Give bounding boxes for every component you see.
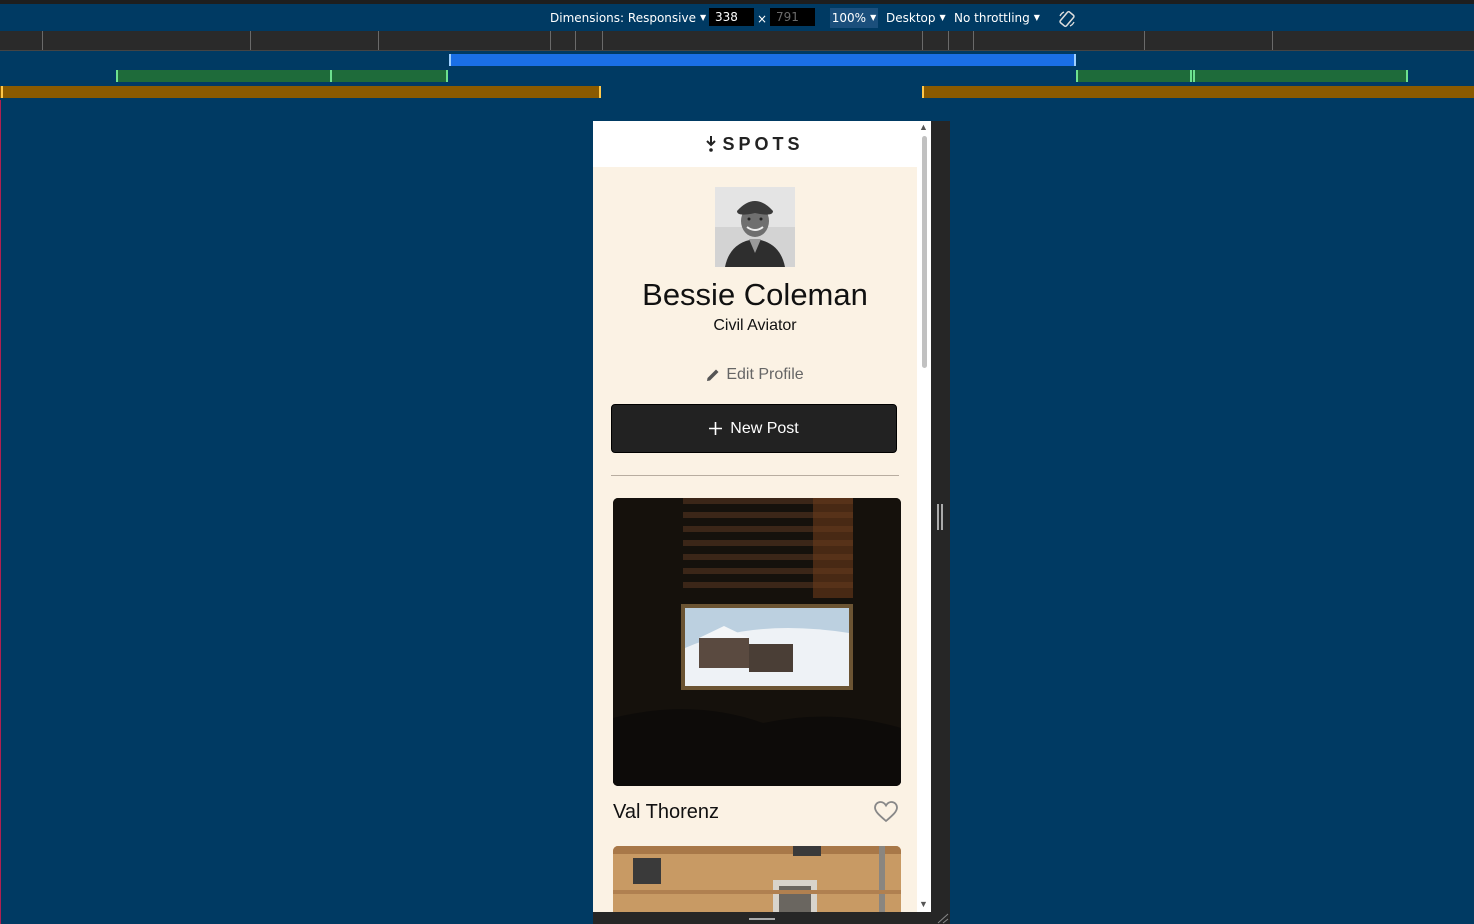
throttling-dropdown[interactable]: No throttling ▼ <box>954 11 1040 25</box>
dimensions-label: Dimensions: Responsive <box>550 11 696 25</box>
max-width-query-bar[interactable] <box>449 54 1076 66</box>
scroll-up-icon[interactable]: ▲ <box>919 122 928 132</box>
scrollbar[interactable]: ▲ ▼ <box>917 121 931 912</box>
resize-grip-icon <box>937 504 939 530</box>
ruler-tick <box>973 31 974 50</box>
rotate-icon[interactable] <box>1058 10 1076 28</box>
pencil-icon <box>707 369 719 381</box>
profile-description: Civil Aviator <box>713 317 797 334</box>
query-marker <box>922 86 924 98</box>
device-type-label: Desktop <box>886 11 936 25</box>
device-toolbar: Dimensions: Responsive ▼ 338 × 791 100% … <box>0 4 1474 31</box>
site-header: SPOTS <box>593 121 917 167</box>
query-marker <box>1190 70 1192 82</box>
resize-handle-bottom[interactable] <box>593 912 931 924</box>
viewport-edge <box>0 100 1 924</box>
profile-page: Bessie Coleman Civil Aviator Edit Profil… <box>593 167 917 912</box>
avatar <box>715 187 795 267</box>
throttling-label: No throttling <box>954 11 1030 25</box>
profile-name: Bessie Coleman <box>642 277 868 312</box>
query-marker <box>1406 70 1408 82</box>
range-query-bar-right[interactable] <box>922 86 1474 98</box>
query-marker <box>446 70 448 82</box>
brand-logo-text[interactable]: SPOTS <box>722 134 803 155</box>
caret-down-icon: ▼ <box>1033 13 1040 22</box>
ruler-tick <box>42 31 43 50</box>
edit-profile-button[interactable]: Edit Profile <box>593 366 917 384</box>
dimensions-dropdown[interactable]: Dimensions: Responsive ▼ <box>550 11 706 25</box>
ruler-tick <box>550 31 551 50</box>
resize-corner-icon[interactable] <box>936 912 950 924</box>
ruler-tick <box>250 31 251 50</box>
query-marker <box>116 70 118 82</box>
resize-grip-icon <box>941 504 943 530</box>
query-marker <box>1076 70 1078 82</box>
edit-profile-label: Edit Profile <box>726 366 804 383</box>
range-query-bar-left[interactable] <box>0 86 601 98</box>
media-query-ruler <box>0 31 1474 51</box>
heart-icon[interactable] <box>874 801 898 823</box>
query-marker <box>1 86 3 98</box>
scroll-down-icon[interactable]: ▼ <box>919 899 928 909</box>
ruler-tick <box>948 31 949 50</box>
ruler-tick <box>1144 31 1145 50</box>
ruler-tick <box>602 31 603 50</box>
card-title: Val Thorenz <box>613 801 719 823</box>
zoom-dropdown[interactable]: 100% ▼ <box>830 8 878 28</box>
ruler-tick <box>922 31 923 50</box>
new-post-label: New Post <box>730 419 799 437</box>
query-marker <box>1074 54 1076 66</box>
card-photo <box>613 498 901 786</box>
scrollbar-thumb[interactable] <box>922 136 927 368</box>
divider <box>611 475 899 476</box>
query-marker <box>599 86 601 98</box>
avatar-photo <box>715 187 795 267</box>
height-input[interactable]: 791 <box>770 8 815 26</box>
ruler-tick <box>575 31 576 50</box>
card-image[interactable] <box>613 498 901 786</box>
min-width-query-bar-left[interactable] <box>117 70 448 82</box>
device-type-dropdown[interactable]: Desktop ▼ <box>886 11 946 25</box>
query-marker <box>1193 70 1195 82</box>
times-symbol: × <box>757 12 768 26</box>
ruler-tick <box>378 31 379 50</box>
card-image[interactable] <box>613 846 901 912</box>
device-viewport: SPOTS Bessie Coleman Civil Aviator Edit … <box>593 121 931 912</box>
card-photo <box>613 846 901 912</box>
logo-icon <box>706 136 717 152</box>
caret-down-icon: ▼ <box>939 13 946 22</box>
zoom-label: 100% <box>831 11 867 25</box>
ruler-tick <box>1272 31 1273 50</box>
plus-icon <box>709 422 723 435</box>
caret-down-icon: ▼ <box>699 13 707 22</box>
new-post-button[interactable]: New Post <box>611 404 897 453</box>
min-width-query-bar-right[interactable] <box>1076 70 1408 82</box>
width-input[interactable]: 338 <box>709 8 754 26</box>
query-marker <box>330 70 332 82</box>
caret-down-icon: ▼ <box>870 13 877 22</box>
query-marker <box>449 54 451 66</box>
resize-handle-right[interactable] <box>931 121 950 924</box>
resize-grip-icon <box>749 918 775 920</box>
